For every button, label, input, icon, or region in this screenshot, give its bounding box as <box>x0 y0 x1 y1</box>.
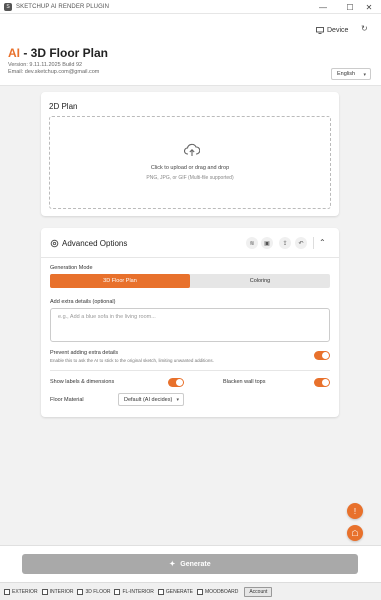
checkbox-box <box>41 588 48 595</box>
refresh-icon[interactable]: ↻ <box>361 24 368 33</box>
prevent-extra-description: Enable this to ask the AI to stick to th… <box>50 358 214 363</box>
mode-coloring[interactable]: Coloring <box>190 274 330 288</box>
save-icon[interactable]: ▣ <box>261 237 273 249</box>
chevron-down-icon: ▾ <box>363 72 366 78</box>
account-button[interactable]: Account <box>244 586 273 597</box>
upload-text: Click to upload or drag and drop <box>150 165 230 171</box>
cloud-upload-icon <box>184 143 200 156</box>
generation-mode-label: Generation Mode <box>50 265 93 271</box>
gear-icon <box>50 239 59 248</box>
chevron-up-icon[interactable]: ⌃ <box>319 238 326 247</box>
toolbar-divider <box>313 237 314 249</box>
version-text: Version: 9.11.11.2025 Build 92 <box>8 62 83 68</box>
device-button[interactable]: Device <box>316 24 348 36</box>
upload-hint: PNG, JPG, or GIF (Multi-file supported) <box>146 175 234 181</box>
checkbox-exterior[interactable]: EXTERIOR <box>4 588 38 595</box>
checkbox-box <box>157 588 164 595</box>
language-value: English <box>337 71 356 77</box>
floor-material-label: Floor Material <box>50 397 84 403</box>
plan-card-title: 2D Plan <box>49 102 78 111</box>
checkbox-box <box>77 588 84 595</box>
upload-dropzone[interactable]: Click to upload or drag and drop PNG, JP… <box>49 116 331 209</box>
sparkle-icon: ✦ <box>169 561 176 568</box>
window-title: SKETCHUP AI RENDER PLUGIN <box>16 3 110 10</box>
app-header: Device ↻ AI - 3D Floor Plan Version: 9.1… <box>0 14 381 86</box>
checkbox-label: INTERIOR <box>49 588 74 595</box>
undo-icon[interactable]: ↶ <box>295 237 307 249</box>
email-text: Email: dev.sketchup.com@gmail.com <box>8 69 100 75</box>
window-titlebar: S SKETCHUP AI RENDER PLUGIN — ☐ ✕ <box>0 0 381 14</box>
prevent-extra-label: Prevent adding extra details <box>50 350 119 356</box>
divider <box>50 370 330 371</box>
extra-details-input[interactable]: e.g., Add a blue sofa in the living room… <box>50 308 330 342</box>
extra-details-label: Add extra details (optional) <box>50 299 116 305</box>
chevron-down-icon: ▾ <box>176 397 179 403</box>
checkbox-label: EXTERIOR <box>12 588 38 595</box>
minimize-button[interactable]: — <box>311 0 335 14</box>
monitor-icon <box>316 26 324 34</box>
checkbox-box <box>4 588 10 595</box>
checkbox-generate[interactable]: GENERATE <box>157 588 193 595</box>
checkbox-label: 3D FLOOR <box>85 588 111 595</box>
generate-button[interactable]: ✦ Generate <box>22 554 358 574</box>
advanced-options-card: Advanced Options ≋ ▣ ⇪ ↶ ⌃ Generation Mo… <box>41 228 339 417</box>
alert-icon[interactable]: ! <box>347 503 363 519</box>
mode-3d-floor-plan[interactable]: 3D Floor Plan <box>50 274 190 288</box>
generation-mode-toggle: 3D Floor Plan Coloring <box>50 274 330 288</box>
mode-footer: EXTERIOR INTERIOR 3D FLOOR FL-INTERIOR G… <box>0 582 381 600</box>
checkbox-box <box>197 588 203 595</box>
generate-bar: ✦ Generate <box>0 545 381 582</box>
floor-material-value: Default (AI decides) <box>124 396 173 403</box>
checkbox-label: FL-INTERIOR <box>122 588 154 595</box>
checkbox-3d-floor[interactable]: 3D FLOOR <box>77 588 111 595</box>
floor-material-select[interactable]: Default (AI decides) ▾ <box>118 393 184 406</box>
language-select[interactable]: English ▾ <box>331 68 371 80</box>
layers-icon[interactable]: ≋ <box>246 237 258 249</box>
checkbox-moodboard[interactable]: MOODBOARD <box>197 588 239 595</box>
blacken-walls-toggle[interactable] <box>314 378 330 387</box>
title-ai: AI <box>8 46 20 60</box>
checkbox-interior[interactable]: INTERIOR <box>41 588 74 595</box>
checkbox-box <box>114 588 121 595</box>
title-rest: - 3D Floor Plan <box>20 46 109 60</box>
app-icon: S <box>4 2 12 11</box>
checkbox-fl-interior[interactable]: FL-INTERIOR <box>114 588 154 595</box>
page-title: AI - 3D Floor Plan <box>8 46 108 60</box>
show-labels-toggle[interactable] <box>168 378 184 387</box>
generate-label: Generate <box>180 560 211 568</box>
prevent-extra-toggle[interactable] <box>314 351 330 360</box>
show-labels-label: Show labels & dimensions <box>50 379 115 385</box>
plan-card: 2D Plan Click to upload or drag and drop… <box>41 92 339 216</box>
support-icon[interactable]: ☖ <box>347 525 363 541</box>
advanced-options-title: Advanced Options <box>62 239 128 248</box>
blacken-walls-label: Blacken wall tops <box>223 379 266 385</box>
export-icon[interactable]: ⇪ <box>279 237 291 249</box>
close-button[interactable]: ✕ <box>357 0 381 14</box>
advanced-options-header[interactable]: Advanced Options ≋ ▣ ⇪ ↶ ⌃ <box>41 228 339 258</box>
checkbox-label: GENERATE <box>165 588 193 595</box>
checkbox-label: MOODBOARD <box>205 588 239 595</box>
device-label: Device <box>327 26 349 34</box>
